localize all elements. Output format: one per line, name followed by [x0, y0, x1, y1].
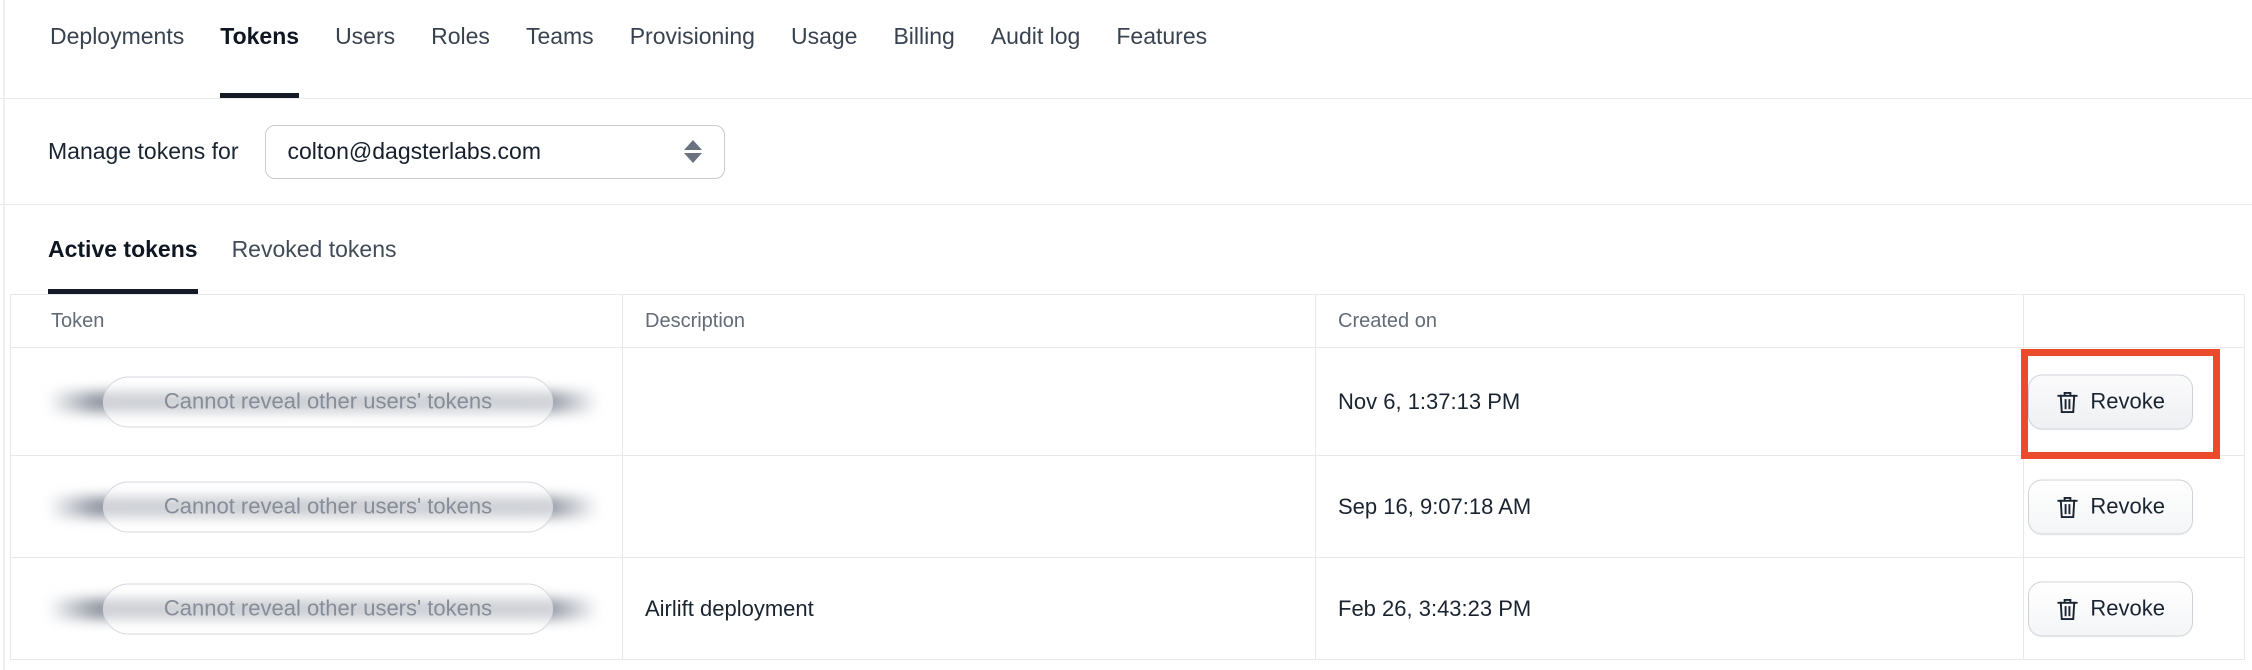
- tab-features[interactable]: Features: [1116, 0, 1207, 98]
- description-cell: [623, 348, 1316, 455]
- content-left-border: [3, 0, 5, 670]
- admin-tab-bar: Deployments Tokens Users Roles Teams Pro…: [0, 0, 2252, 99]
- column-header-created-on: Created on: [1316, 295, 2024, 347]
- trash-icon: [2057, 391, 2078, 413]
- revoke-button-label: Revoke: [2090, 493, 2165, 519]
- tokens-table: Token Description Created on Cannot reve…: [10, 294, 2245, 660]
- tab-provisioning[interactable]: Provisioning: [630, 0, 755, 98]
- revoke-button-label: Revoke: [2090, 388, 2165, 414]
- description-cell: Airlift deployment: [623, 558, 1316, 659]
- token-cell: Cannot reveal other users' tokens: [11, 558, 623, 659]
- tab-deployments[interactable]: Deployments: [50, 0, 184, 98]
- trash-icon: [2057, 598, 2078, 620]
- tab-teams[interactable]: Teams: [526, 0, 594, 98]
- actions-cell: Revoke: [2024, 456, 2244, 557]
- tab-audit-log[interactable]: Audit log: [991, 0, 1081, 98]
- tab-billing[interactable]: Billing: [893, 0, 954, 98]
- created-on-cell: Nov 6, 1:37:13 PM: [1316, 348, 2024, 455]
- column-header-description: Description: [623, 295, 1316, 347]
- table-header-row: Token Description Created on: [11, 295, 2244, 348]
- token-state-tabs: Active tokens Revoked tokens: [0, 205, 2252, 294]
- actions-cell: Revoke: [2024, 558, 2244, 659]
- trash-icon: [2057, 496, 2078, 518]
- revoke-button[interactable]: Revoke: [2028, 581, 2193, 636]
- tab-users[interactable]: Users: [335, 0, 395, 98]
- token-cell: Cannot reveal other users' tokens: [11, 456, 623, 557]
- column-header-actions: [2024, 295, 2244, 347]
- revoke-button-label: Revoke: [2090, 595, 2165, 621]
- token-masked-pill: Cannot reveal other users' tokens: [103, 376, 553, 427]
- manage-tokens-label: Manage tokens for: [48, 138, 239, 164]
- created-on-cell: Feb 26, 3:43:23 PM: [1316, 558, 2024, 659]
- table-row: Cannot reveal other users' tokens Nov 6,…: [11, 348, 2244, 456]
- token-masked-pill: Cannot reveal other users' tokens: [103, 583, 553, 634]
- up-down-caret-icon: [683, 140, 702, 163]
- created-on-cell: Sep 16, 9:07:18 AM: [1316, 456, 2024, 557]
- token-masked-pill: Cannot reveal other users' tokens: [103, 481, 553, 532]
- tab-revoked-tokens[interactable]: Revoked tokens: [232, 205, 397, 294]
- revoke-button[interactable]: Revoke: [2028, 374, 2193, 429]
- tab-tokens[interactable]: Tokens: [220, 0, 299, 98]
- token-user-select-value: colton@dagsterlabs.com: [287, 138, 541, 164]
- description-cell: [623, 456, 1316, 557]
- token-cell: Cannot reveal other users' tokens: [11, 348, 623, 455]
- tab-roles[interactable]: Roles: [431, 0, 490, 98]
- tab-active-tokens[interactable]: Active tokens: [48, 205, 198, 294]
- column-header-token: Token: [11, 295, 623, 347]
- actions-cell: Revoke: [2024, 348, 2244, 455]
- token-user-select[interactable]: colton@dagsterlabs.com: [264, 124, 725, 179]
- manage-tokens-section: Manage tokens for colton@dagsterlabs.com: [0, 99, 2252, 205]
- table-row: Cannot reveal other users' tokens Sep 16…: [11, 456, 2244, 558]
- table-row: Cannot reveal other users' tokens Airlif…: [11, 558, 2244, 660]
- revoke-button[interactable]: Revoke: [2028, 479, 2193, 534]
- tab-usage[interactable]: Usage: [791, 0, 857, 98]
